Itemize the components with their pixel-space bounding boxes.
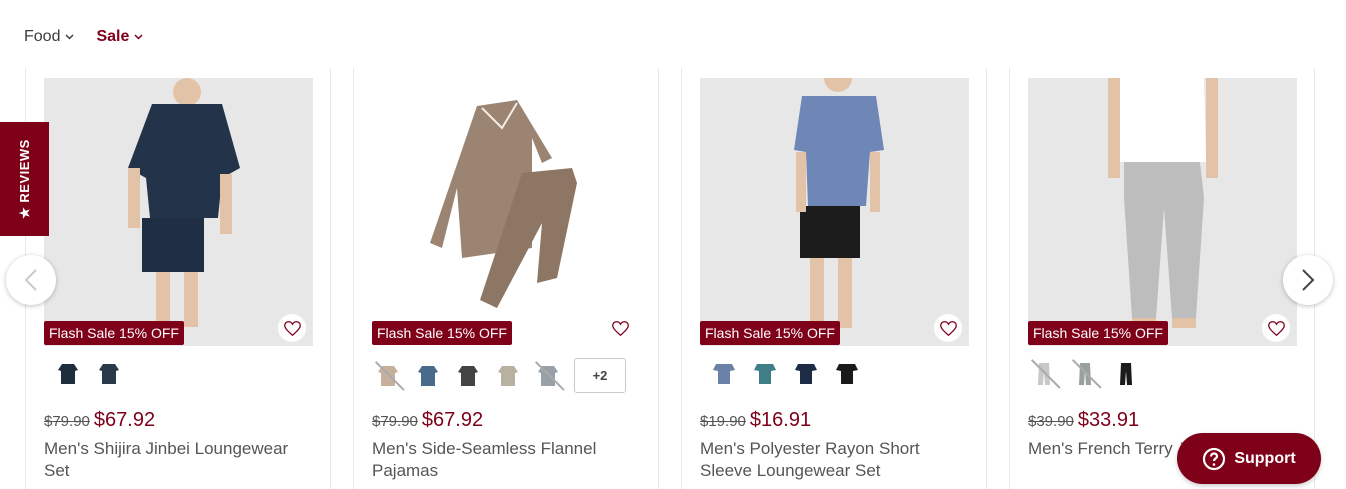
color-swatch-unavailable[interactable] — [1069, 358, 1101, 390]
garment-thumb-icon — [378, 365, 398, 386]
color-swatch[interactable] — [1110, 358, 1142, 390]
wishlist-button[interactable] — [1262, 314, 1290, 342]
wishlist-button[interactable] — [278, 314, 306, 342]
color-swatches — [708, 358, 863, 390]
garment-thumb-icon — [1079, 363, 1091, 385]
garment-thumb-icon — [58, 364, 78, 384]
garment-thumb-icon — [1120, 363, 1132, 385]
original-price: $19.90 — [700, 413, 746, 430]
support-button[interactable]: Support — [1177, 433, 1321, 484]
color-swatch[interactable] — [790, 358, 822, 390]
nav-sale-label: Sale — [96, 28, 130, 45]
color-swatch[interactable] — [492, 360, 524, 392]
garment-thumb-icon — [498, 365, 518, 386]
joggers-illustration — [1028, 78, 1297, 346]
flash-sale-badge: Flash Sale 15% OFF — [372, 321, 512, 345]
product-card[interactable]: Flash Sale 15% OFF $79.90 $67.92 Men's S… — [25, 68, 331, 489]
wishlist-button[interactable] — [606, 314, 634, 342]
reviews-tab-label: ★ REVIEWS — [16, 139, 32, 219]
color-swatch[interactable] — [412, 360, 444, 392]
help-circle-icon — [1203, 447, 1226, 470]
heart-icon — [611, 320, 629, 336]
loungewear-illustration — [700, 78, 969, 346]
product-name[interactable]: Men's Shijira Jinbei Loungewear Set — [44, 438, 304, 482]
price-block: $19.90 $16.91 — [700, 409, 811, 432]
nav-food[interactable]: Food — [24, 28, 74, 46]
sale-price: $33.91 — [1077, 409, 1140, 431]
heart-icon — [283, 320, 301, 336]
product-card[interactable]: Flash Sale 15% OFF $19.90 $16.91 Men's P… — [681, 68, 987, 489]
jinbei-illustration — [44, 78, 313, 346]
sale-price: $16.91 — [749, 409, 812, 431]
wishlist-button[interactable] — [934, 314, 962, 342]
reviews-tab[interactable]: ★ REVIEWS — [0, 122, 49, 236]
color-swatch[interactable] — [708, 358, 740, 390]
garment-thumb-icon — [538, 365, 558, 386]
product-image[interactable] — [372, 78, 641, 346]
support-label: Support — [1234, 449, 1296, 467]
color-swatches — [1028, 358, 1142, 390]
garment-thumb-icon — [754, 364, 776, 384]
price-block: $39.90 $33.91 — [1028, 409, 1139, 432]
product-name[interactable]: Men's Side-Seamless Flannel Pajamas — [372, 438, 632, 482]
flash-sale-badge: Flash Sale 15% OFF — [1028, 321, 1168, 345]
nav-sale[interactable]: Sale — [96, 28, 143, 46]
more-colors-button[interactable]: +2 — [574, 358, 626, 393]
color-swatch[interactable] — [93, 358, 125, 390]
original-price: $79.90 — [44, 413, 90, 430]
garment-thumb-icon — [418, 365, 438, 386]
color-swatch[interactable] — [452, 360, 484, 392]
carousel-prev-button[interactable] — [6, 255, 56, 305]
color-swatch-unavailable[interactable] — [1028, 358, 1060, 390]
product-image[interactable] — [44, 78, 313, 346]
chevron-down-icon — [134, 34, 143, 40]
flash-sale-badge: Flash Sale 15% OFF — [44, 321, 184, 345]
color-swatches — [52, 358, 125, 390]
garment-thumb-icon — [713, 364, 735, 384]
garment-thumb-icon — [836, 364, 858, 384]
pajamas-illustration — [372, 78, 641, 346]
flash-sale-badge: Flash Sale 15% OFF — [700, 321, 840, 345]
chevron-down-icon — [65, 34, 74, 40]
nav-food-label: Food — [24, 28, 61, 45]
color-swatch[interactable] — [831, 358, 863, 390]
color-swatch-unavailable[interactable] — [372, 360, 404, 392]
product-card[interactable]: Flash Sale 15% OFF +2 $79.90 $67.92 Men'… — [353, 68, 659, 489]
garment-thumb-icon — [1038, 363, 1050, 385]
heart-icon — [1267, 320, 1285, 336]
original-price: $79.90 — [372, 413, 418, 430]
price-block: $79.90 $67.92 — [44, 409, 155, 432]
garment-thumb-icon — [795, 364, 817, 384]
product-carousel-page: Food Sale Flash Sale 15% OFF $79.90 $67.… — [0, 0, 1346, 489]
heart-icon — [939, 320, 957, 336]
color-swatch[interactable] — [749, 358, 781, 390]
garment-thumb-icon — [99, 364, 119, 384]
sale-price: $67.92 — [421, 409, 484, 431]
color-swatch-unavailable[interactable] — [532, 360, 564, 392]
product-image[interactable] — [1028, 78, 1297, 346]
color-swatch[interactable] — [52, 358, 84, 390]
product-name[interactable]: Men's Polyester Rayon Short Sleeve Loung… — [700, 438, 960, 482]
original-price: $39.90 — [1028, 413, 1074, 430]
category-nav: Food Sale — [24, 28, 143, 46]
chevron-right-icon — [1302, 269, 1315, 291]
product-card[interactable]: Flash Sale 15% OFF $39.90 $33.91 Men's F… — [1009, 68, 1315, 489]
carousel-next-button[interactable] — [1283, 255, 1333, 305]
price-block: $79.90 $67.92 — [372, 409, 483, 432]
chevron-left-icon — [24, 269, 37, 291]
garment-thumb-icon — [458, 365, 478, 386]
color-swatches: +2 — [372, 358, 626, 393]
product-image[interactable] — [700, 78, 969, 346]
sale-price: $67.92 — [93, 409, 156, 431]
